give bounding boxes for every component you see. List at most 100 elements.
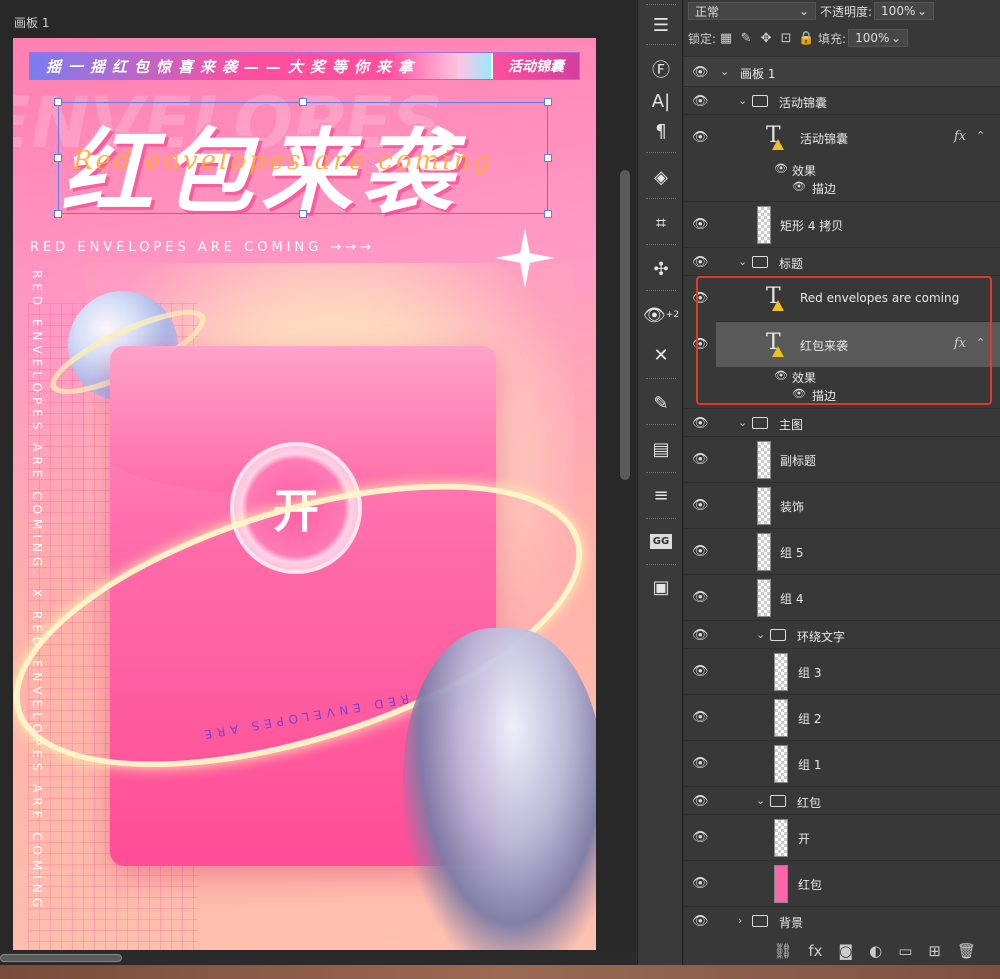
3d-icon[interactable]: ◈ [646, 162, 676, 192]
transform-handle[interactable] [54, 98, 62, 106]
transform-handle[interactable] [54, 210, 62, 218]
effects-row[interactable]: 👁 效果 [684, 160, 1000, 178]
square-icon[interactable]: ▣ [646, 572, 676, 602]
chevron-down-icon[interactable]: ⌄ [738, 416, 747, 429]
fx-icon[interactable]: fx [954, 336, 966, 351]
lock-paint-icon[interactable]: ✎ [736, 31, 756, 46]
eye-icon[interactable]: 👁 [692, 498, 709, 513]
eye-icon[interactable]: 👁 [692, 291, 709, 306]
link-icon[interactable]: ⛓ [773, 942, 792, 960]
horizontal-scrollbar[interactable] [0, 952, 636, 964]
chevron-down-icon[interactable]: ⌄ [738, 94, 747, 107]
eye-icon[interactable]: 👁 [692, 255, 709, 270]
artboard[interactable]: ENVELOPES 摇一摇红包惊喜来袭——大奖等你来拿 活动锦囊 红包来袭 Re… [13, 38, 596, 950]
layer-row[interactable]: 👁 装饰 [684, 482, 1000, 528]
eye-icon[interactable]: 👁 [792, 387, 806, 400]
eye-icon[interactable]: 👁 [692, 544, 709, 559]
sliders-icon[interactable]: ☰ [646, 10, 676, 40]
transform-handle[interactable] [544, 154, 552, 162]
crop-icon[interactable]: ⌗ [646, 208, 676, 238]
trash-icon[interactable]: 🗑 [957, 942, 976, 960]
layer-row[interactable]: 👁 › 背景 [684, 906, 1000, 934]
eye-icon[interactable]: 👁 [692, 664, 709, 679]
canvas-area[interactable]: 画板 1 ENVELOPES 摇一摇红包惊喜来袭——大奖等你来拿 活动锦囊 红包… [0, 0, 636, 965]
layer-row[interactable]: 👁 T 活动锦囊 fx ⌃ [684, 114, 1000, 160]
scrollbar-thumb[interactable] [0, 954, 122, 962]
transform-handle[interactable] [544, 210, 552, 218]
transform-handle[interactable] [299, 98, 307, 106]
new-group-icon[interactable]: ▭ [898, 942, 912, 960]
eye-icon[interactable]: 👁 [692, 65, 709, 80]
stroke-row[interactable]: 👁 描边 [684, 178, 1000, 196]
stroke-row[interactable]: 👁 描边 [684, 385, 1000, 403]
lock-transparent-icon[interactable]: ▦ [716, 31, 736, 46]
lock-all-icon[interactable]: 🔒 [796, 31, 816, 46]
paragraph-icon[interactable]: ¶ [646, 116, 676, 146]
lock-position-icon[interactable]: ✥ [756, 31, 776, 46]
eye-icon[interactable]: 👁 [692, 876, 709, 891]
opacity-input[interactable]: 100% ⌄ [874, 2, 935, 20]
layer-row[interactable]: 👁 矩形 4 拷贝 [684, 201, 1000, 247]
mask-icon[interactable]: ◙ [839, 942, 854, 960]
layer-row[interactable]: 👁 ⌄ 标题 [684, 247, 1000, 275]
layer-row[interactable]: 👁 开 [684, 814, 1000, 860]
eye-icon[interactable]: 👁 [692, 590, 709, 605]
transform-handle[interactable] [299, 210, 307, 218]
eye-cross-icon[interactable]: ✕ [646, 340, 676, 370]
new-layer-icon[interactable]: ⊞ [928, 942, 941, 960]
eye-icon[interactable]: 👁 [692, 217, 709, 232]
vertical-scrollbar[interactable] [620, 170, 630, 480]
fx-icon[interactable]: fx [954, 129, 966, 144]
eye-icon[interactable]: 👁 [692, 914, 709, 929]
layer-row[interactable]: 👁 副标题 [684, 436, 1000, 482]
eye-icon[interactable]: 👁 [774, 162, 788, 175]
eye-icon[interactable]: 👁 [692, 830, 709, 845]
layer-row[interactable]: 👁 ⌄ 红包 [684, 786, 1000, 814]
eye-icon[interactable]: 👁 [692, 130, 709, 145]
eye-plus-icon[interactable]: 👁 +2 [643, 300, 679, 330]
chevron-down-icon[interactable]: ⌄ [756, 628, 765, 641]
transform-handle[interactable] [54, 154, 62, 162]
eye-icon[interactable]: 👁 [692, 756, 709, 771]
adjustment-icon[interactable]: ◐ [869, 942, 882, 960]
artboard-label[interactable]: 画板 1 [14, 14, 49, 31]
chevron-down-icon[interactable]: ⌄ [720, 65, 729, 78]
chevron-right-icon[interactable]: › [738, 914, 742, 927]
layer-row[interactable]: 👁 ⌄ 环绕文字 [684, 620, 1000, 648]
chevron-down-icon[interactable]: ⌄ [756, 794, 765, 807]
layer-row[interactable]: 👁 组 2 [684, 694, 1000, 740]
layer-row[interactable]: 👁 T Red envelopes are coming [684, 275, 1000, 321]
effects-row[interactable]: 👁 效果 [684, 367, 1000, 385]
fx-add-icon[interactable]: fx [808, 942, 822, 960]
layer-row[interactable]: 👁 组 1 [684, 740, 1000, 786]
eye-icon[interactable]: 👁 [692, 94, 709, 109]
adjust-icon[interactable]: ≡ [646, 480, 676, 510]
layer-row-selected[interactable]: 👁 T 红包来袭 fx ⌃ [692, 321, 1000, 367]
layer-row[interactable]: 👁 组 3 [684, 648, 1000, 694]
chevron-up-icon[interactable]: ⌃ [976, 336, 985, 349]
eye-icon[interactable]: 👁 [692, 416, 709, 431]
eye-icon[interactable]: 👁 [792, 180, 806, 193]
transform-handle[interactable] [544, 98, 552, 106]
chevron-up-icon[interactable]: ⌃ [976, 129, 985, 142]
layer-row[interactable]: 👁 ⌄ 活动锦囊 [684, 86, 1000, 114]
layer-row[interactable]: 👁 组 5 [684, 528, 1000, 574]
gg-icon[interactable]: GG [646, 526, 676, 556]
layer-row[interactable]: 👁 组 4 [684, 574, 1000, 620]
layer-row[interactable]: 👁 ⌄ 画板 1 [684, 56, 1000, 86]
eye-icon[interactable]: 👁 [774, 369, 788, 382]
puzzle-icon[interactable]: ✣ [646, 254, 676, 284]
eye-icon[interactable]: 👁 [692, 452, 709, 467]
fill-input[interactable]: 100% ⌄ [848, 29, 909, 47]
layer-row[interactable]: 👁 ⌄ 主图 [684, 408, 1000, 436]
blend-mode-select[interactable]: 正常 ⌄ [688, 2, 816, 20]
chevron-down-icon[interactable]: ⌄ [738, 255, 747, 268]
character-icon[interactable]: A| [646, 86, 676, 116]
eye-icon[interactable]: 👁 [692, 794, 709, 809]
font-icon[interactable]: Ⓕ [646, 54, 676, 84]
eye-icon[interactable]: 👁 [692, 628, 709, 643]
selection-box[interactable] [58, 102, 548, 214]
lock-artboard-icon[interactable]: ⊡ [776, 31, 796, 46]
layers-icon[interactable]: ▤ [646, 434, 676, 464]
layer-row[interactable]: 👁 红包 [684, 860, 1000, 906]
